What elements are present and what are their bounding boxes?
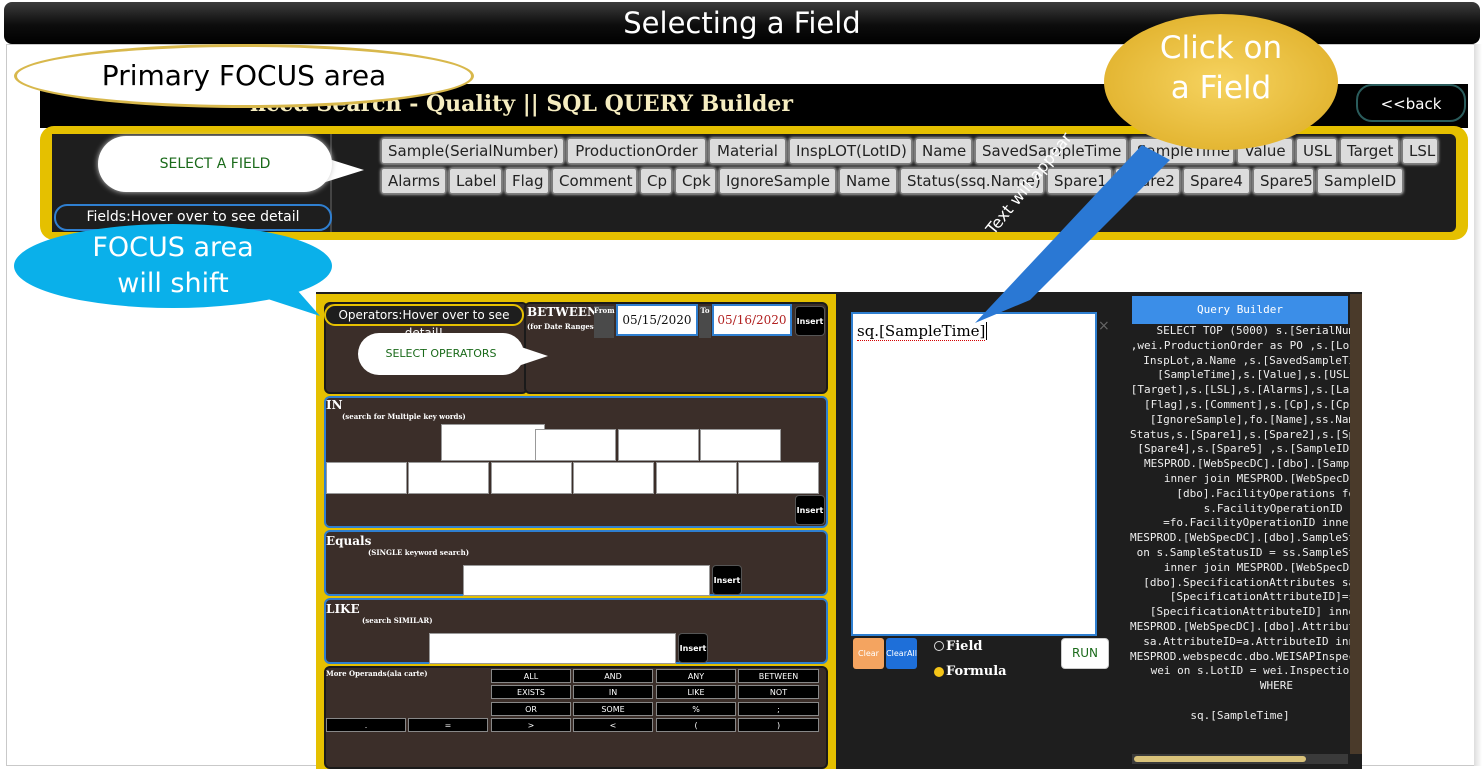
click-field-callout: Click on a Field: [1104, 14, 1338, 150]
focus-shift-line2: will shift: [117, 268, 229, 299]
text-appear-arrow: [975, 145, 1170, 323]
focus-shift-line1: FOCUS area: [92, 232, 254, 263]
click-field-line2: a Field: [1170, 70, 1272, 106]
click-field-line1: Click on: [1159, 30, 1283, 66]
primary-focus-callout: Primary FOCUS area: [14, 44, 474, 108]
select-operators-pointer: [500, 340, 548, 372]
select-field-callout: SELECT A FIELD: [98, 136, 332, 192]
focus-shift-callout: FOCUS area will shift: [14, 224, 332, 308]
